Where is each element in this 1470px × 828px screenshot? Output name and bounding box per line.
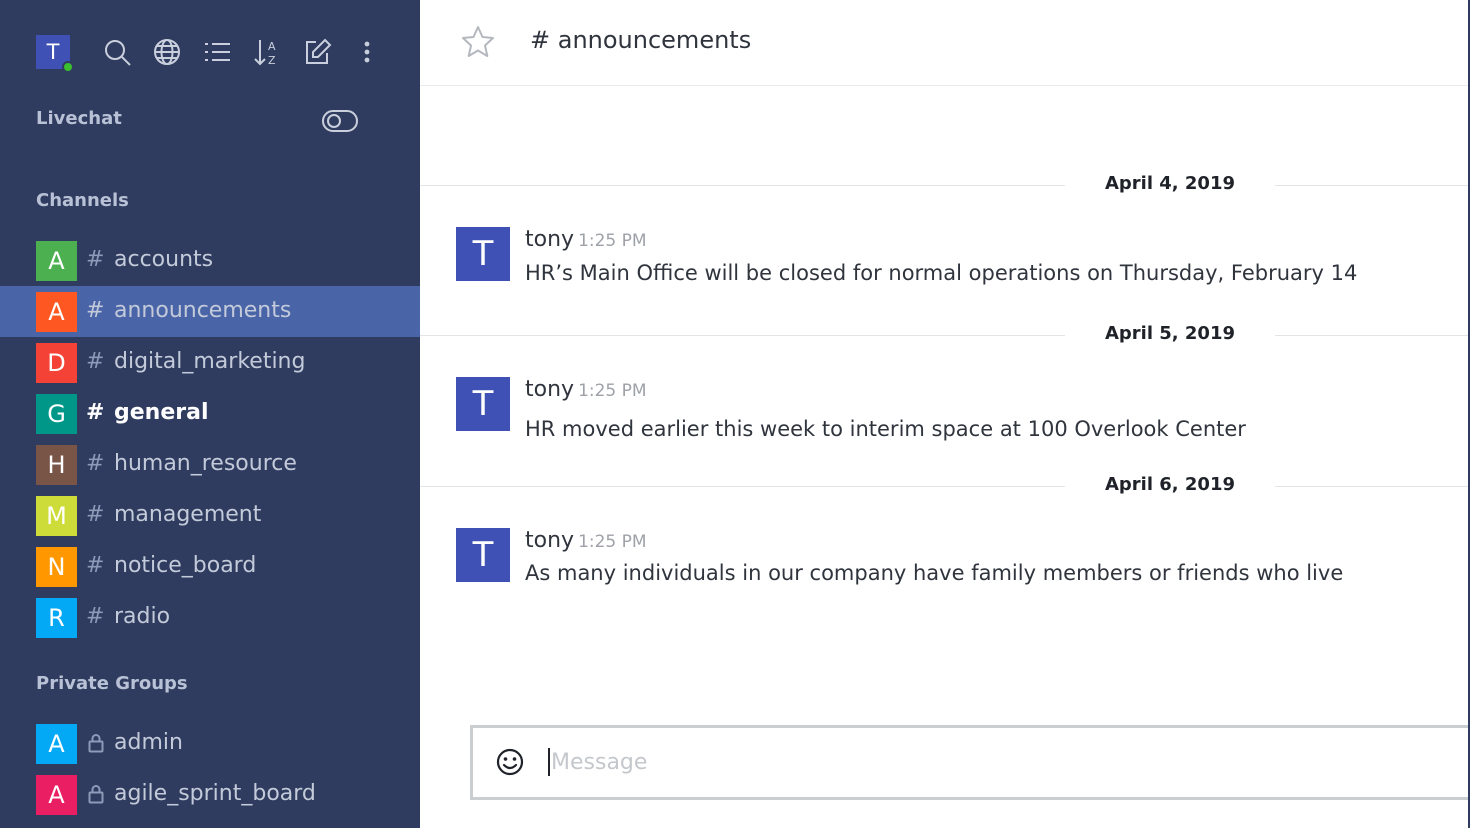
channels-label: Channels [36, 190, 129, 211]
author-name[interactable]: tony [525, 377, 574, 402]
sidebar-item-label: general [114, 400, 209, 425]
date-label: April 4, 2019 [1065, 173, 1275, 194]
hash-icon: # [86, 553, 105, 578]
room-header: # announcements [420, 0, 1470, 86]
date-label: April 5, 2019 [1065, 323, 1275, 344]
hash-icon: # [86, 451, 105, 476]
sidebar-item-digital-marketing[interactable]: D # digital_marketing [0, 337, 420, 388]
message-item[interactable]: Ttony 1:25 PM HR moved earlier this week t… [456, 377, 1456, 447]
date-divider: April 6, 2019 [420, 474, 1470, 500]
sidebar: T AZ Livechat Channels A # accounts A # annou… [0, 0, 420, 828]
date-divider: April 5, 2019 [420, 323, 1470, 349]
hash-icon: # [86, 349, 105, 374]
compose-icon[interactable] [299, 34, 335, 70]
hash-icon: # [86, 604, 105, 629]
date-divider: April 4, 2019 [420, 173, 1470, 199]
sidebar-item-agile-sprint-board[interactable]: Aagile_sprint_board [0, 769, 420, 820]
divider-line [420, 185, 1065, 186]
sidebar-item-label: notice_board [114, 553, 257, 578]
sidebar-item-radio[interactable]: R # radio [0, 592, 420, 643]
divider-line [420, 486, 1065, 487]
author-avatar[interactable]: T [456, 227, 510, 281]
divider-line [1275, 185, 1470, 186]
svg-text:Z: Z [268, 54, 276, 67]
room-avatar: A [36, 724, 77, 764]
sidebar-item-label: human_resource [114, 451, 297, 476]
list-icon[interactable] [199, 34, 235, 70]
message-input[interactable] [551, 742, 1431, 782]
divider-line [1275, 486, 1470, 487]
hash-icon: # [86, 247, 105, 272]
message-text: As many individuals in our company have … [525, 561, 1347, 585]
sidebar-item-management[interactable]: M # management [0, 490, 420, 541]
room-avatar: R [36, 598, 77, 638]
livechat-toggle[interactable] [322, 110, 358, 132]
room-avatar: A [36, 241, 77, 281]
room-avatar: N [36, 547, 77, 587]
sidebar-item-label: announcements [114, 298, 292, 323]
author-avatar[interactable]: T [456, 528, 510, 582]
message-time: 1:25 PM [578, 381, 647, 401]
message-time: 1:25 PM [578, 532, 647, 552]
sidebar-item-admin[interactable]: Aadmin [0, 718, 420, 769]
sidebar-item-label: agile_sprint_board [114, 781, 316, 806]
sidebar-item-label: management [114, 502, 262, 527]
room-avatar: M [36, 496, 77, 536]
emoji-icon[interactable] [495, 747, 525, 777]
star-icon[interactable] [460, 24, 496, 60]
lock-icon [88, 734, 104, 753]
kebab-icon[interactable] [349, 34, 385, 70]
sidebar-item-label: digital_marketing [114, 349, 306, 374]
divider-line [420, 335, 1065, 336]
message-time: 1:25 PM [578, 231, 647, 251]
search-icon[interactable] [99, 34, 135, 70]
message-item[interactable]: Ttony 1:25 PM As many individuals in our c… [456, 528, 1456, 598]
user-avatar-initial: T [46, 40, 60, 64]
room-avatar: H [36, 445, 77, 485]
lock-icon [88, 785, 104, 804]
sidebar-item-human-resource[interactable]: H # human_resource [0, 439, 420, 490]
author-avatar[interactable]: T [456, 377, 510, 431]
livechat-label: Livechat [36, 108, 122, 129]
sidebar-item-announcements[interactable]: A # announcements [0, 286, 420, 337]
sidebar-item-accounts[interactable]: A # accounts [0, 235, 420, 286]
svg-text:A: A [268, 40, 276, 53]
room-avatar: G [36, 394, 77, 434]
hash-icon: # [86, 502, 105, 527]
sidebar-item-label: accounts [114, 247, 214, 272]
author-name[interactable]: tony [525, 528, 574, 553]
date-label: April 6, 2019 [1065, 474, 1275, 495]
user-avatar[interactable]: T [36, 35, 74, 73]
main-panel: # announcements April 4, 2019 Ttony 1:25 P… [420, 0, 1470, 828]
sidebar-item-notice-board[interactable]: N # notice_board [0, 541, 420, 592]
divider-line [1275, 335, 1470, 336]
sidebar-item-label: admin [114, 730, 183, 755]
room-avatar: A [36, 292, 77, 332]
livechat-row: Livechat [36, 108, 358, 136]
sidebar-item-general[interactable]: G # general [0, 388, 420, 439]
hash-icon: # [86, 298, 105, 323]
message-item[interactable]: Ttony 1:25 PM HR’s Main Office will be clo… [456, 227, 1456, 297]
online-status-indicator [62, 61, 74, 73]
author-name[interactable]: tony [525, 227, 574, 252]
sort-icon[interactable]: AZ [249, 34, 285, 70]
globe-icon[interactable] [149, 34, 185, 70]
room-avatar: A [36, 775, 77, 815]
hash-icon: # [86, 400, 105, 425]
message-composer [470, 725, 1470, 800]
room-avatar: D [36, 343, 77, 383]
toggle-knob [327, 114, 341, 128]
private-groups-label: Private Groups [36, 673, 188, 694]
sidebar-toolbar: T [36, 34, 74, 73]
sidebar-item-label: radio [114, 604, 171, 629]
room-title: # announcements [530, 26, 752, 54]
message-text: HR moved earlier this week to interim sp… [525, 417, 1246, 441]
message-text: HR’s Main Office will be closed for norm… [525, 261, 1358, 285]
text-caret [548, 748, 550, 776]
